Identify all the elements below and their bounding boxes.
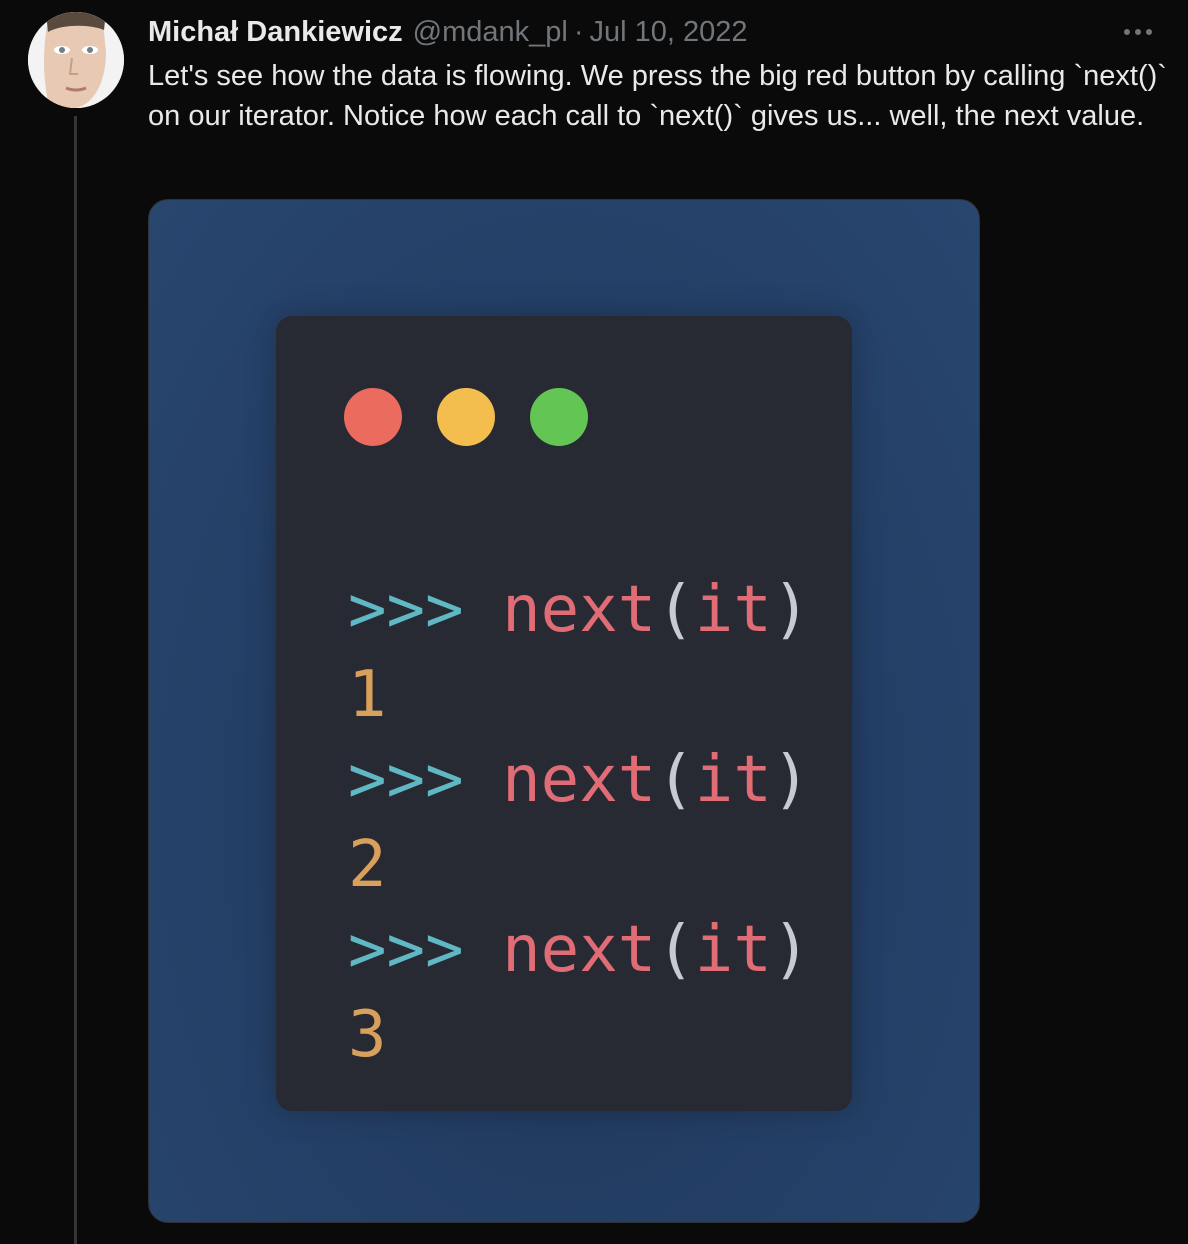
code-prompt: >>> (348, 913, 464, 987)
code-open-paren: ( (656, 743, 695, 817)
code-output-line: 2 (348, 823, 810, 908)
code-input-line: >>> next(it) (348, 568, 810, 653)
code-function-name: next (502, 913, 657, 987)
code-argument: it (694, 743, 772, 817)
code-output-line: 3 (348, 993, 810, 1078)
tweet-header: Michał Dankiewicz @mdank_pl · Jul 10, 20… (148, 14, 748, 50)
tweet-timestamp[interactable]: Jul 10, 2022 (590, 16, 748, 49)
thread-connector-line (74, 116, 77, 1244)
code-output-line: 1 (348, 653, 810, 738)
header-separator: · (573, 15, 584, 48)
window-minimize-dot (437, 388, 495, 446)
code-prompt: >>> (348, 573, 464, 647)
code-argument: it (694, 573, 772, 647)
code-input-line: >>> next(it) (348, 908, 810, 993)
code-open-paren: ( (656, 913, 695, 987)
tweet-text: Let's see how the data is flowing. We pr… (148, 60, 1167, 132)
avatar[interactable] (28, 12, 124, 108)
more-options-button[interactable] (1118, 14, 1158, 50)
window-close-dot (344, 388, 402, 446)
avatar-photo-icon (28, 12, 124, 108)
window-maximize-dot (530, 388, 588, 446)
code-output-value: 1 (348, 658, 387, 732)
code-open-paren: ( (656, 573, 695, 647)
code-close-paren: ) (771, 743, 811, 817)
code-block: >>> next(it) 1 >>> next(it) 2 >>> next(it) 3 (348, 568, 810, 1078)
code-function-name: next (502, 743, 657, 817)
code-output-value: 3 (348, 998, 387, 1072)
code-output-value: 2 (348, 828, 387, 902)
code-argument: it (694, 913, 772, 987)
tweet-media-image[interactable]: >>> next(it) 1 >>> next(it) 2 >>> next(it) 3 (148, 199, 980, 1223)
more-horizontal-icon (1124, 29, 1152, 35)
code-window: >>> next(it) 1 >>> next(it) 2 >>> next(it) 3 (276, 316, 852, 1111)
code-prompt: >>> (348, 743, 464, 817)
code-close-paren: ) (771, 913, 811, 987)
code-input-line: >>> next(it) (348, 738, 810, 823)
author-handle[interactable]: @mdank_pl (413, 16, 568, 49)
code-close-paren: ) (771, 573, 811, 647)
code-function-name: next (502, 573, 657, 647)
author-display-name[interactable]: Michał Dankiewicz (148, 16, 403, 49)
